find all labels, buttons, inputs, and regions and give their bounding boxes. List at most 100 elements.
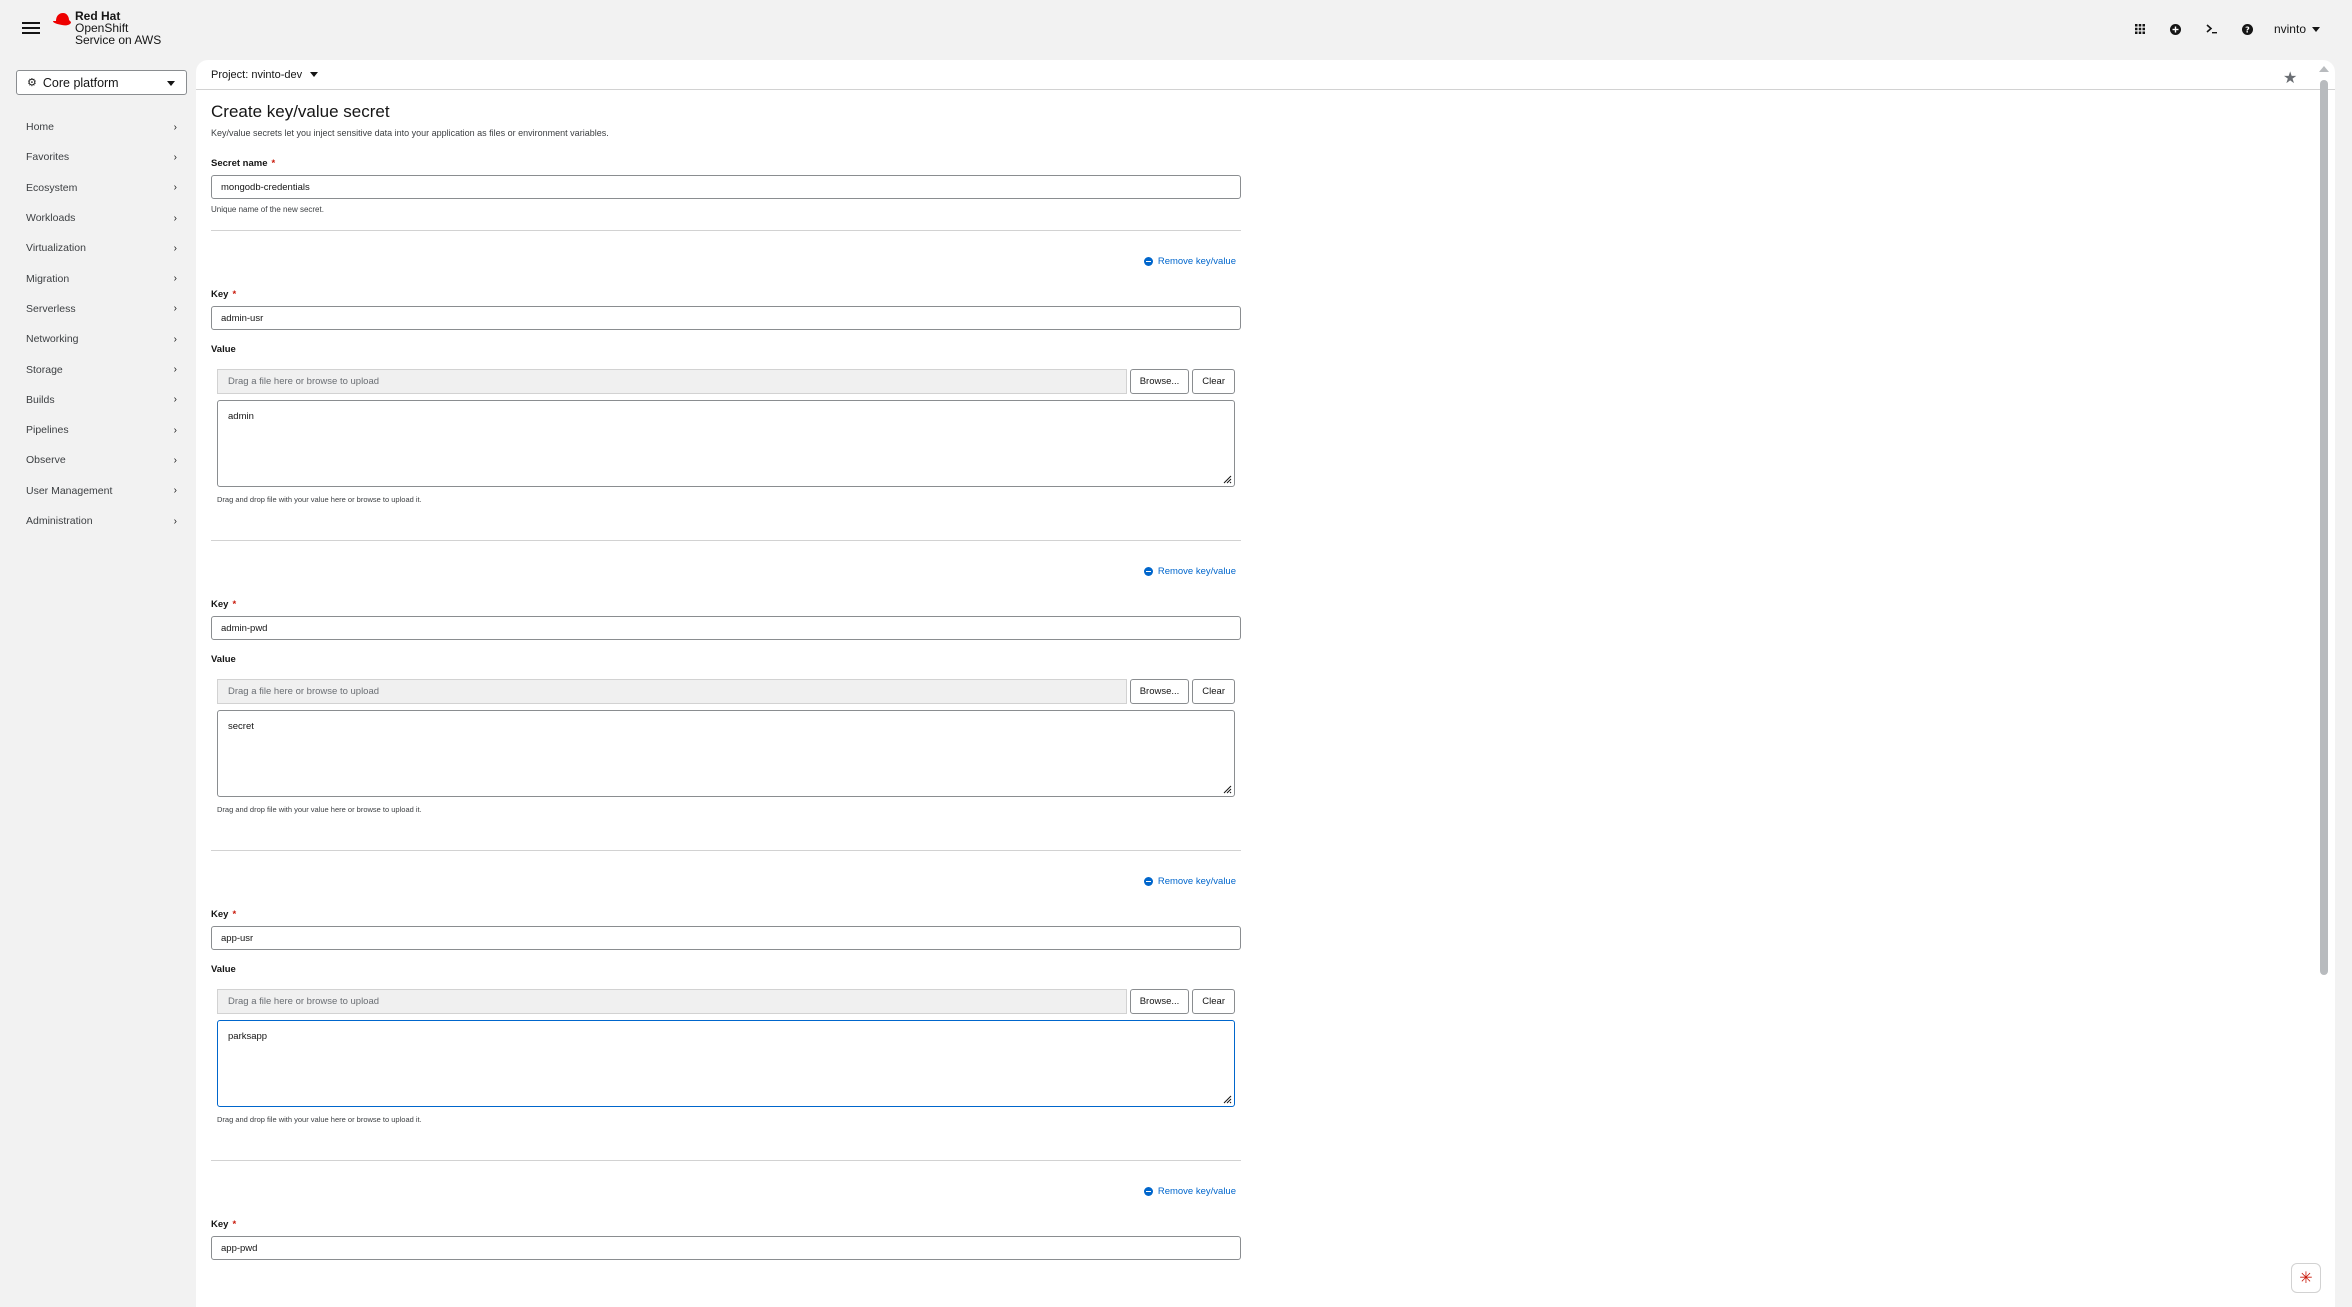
sidebar-item-virtualization[interactable]: Virtualization ›: [16, 233, 187, 263]
value-label: Value: [211, 344, 236, 355]
sidebar-item-favorites[interactable]: Favorites ›: [16, 142, 187, 172]
key-label: Key *: [211, 909, 237, 920]
secret-name-helper: Unique name of the new secret.: [211, 205, 324, 214]
key-input[interactable]: admin-usr: [211, 306, 1241, 330]
scroll-up-icon[interactable]: [2319, 66, 2329, 72]
divider: [211, 540, 1241, 541]
clear-button[interactable]: Clear: [1192, 989, 1235, 1014]
caret-down-icon: [310, 72, 319, 77]
add-icon[interactable]: [2158, 18, 2194, 40]
required-mark: *: [232, 289, 237, 300]
perspective-label: Core platform: [42, 75, 119, 90]
drop-helper-text: Drag and drop file with your value here …: [217, 495, 422, 504]
sidebar-item-observe[interactable]: Observe ›: [16, 445, 187, 475]
remove-key-value-button[interactable]: Remove key/value: [211, 253, 1241, 269]
value-textarea[interactable]: admin: [217, 400, 1235, 487]
resize-handle-icon[interactable]: [1222, 1094, 1232, 1104]
remove-label: Remove key/value: [1157, 875, 1236, 887]
resize-handle-icon[interactable]: [1222, 474, 1232, 484]
sidebar-item-serverless[interactable]: Serverless ›: [16, 294, 187, 324]
chevron-right-icon: ›: [173, 333, 177, 345]
browse-button[interactable]: Browse...: [1129, 679, 1190, 704]
project-label: Project: nvinto-dev: [211, 68, 303, 81]
required-mark: *: [232, 909, 237, 920]
user-menu[interactable]: nvinto: [2274, 22, 2320, 36]
scroll-thumb[interactable]: [2320, 80, 2328, 975]
clear-button[interactable]: Clear: [1192, 679, 1235, 704]
resize-handle-icon[interactable]: [1222, 784, 1232, 794]
minus-circle-icon: [1143, 256, 1153, 266]
divider: [211, 230, 1241, 231]
chevron-right-icon: ›: [173, 121, 177, 133]
chevron-right-icon: ›: [173, 242, 177, 254]
file-drop-input[interactable]: Drag a file here or browse to upload: [217, 369, 1127, 394]
masthead: Red Hat OpenShift Service on AWS ? nvint…: [0, 0, 2352, 58]
chevron-right-icon: ›: [173, 454, 177, 466]
sidebar-item-pipelines[interactable]: Pipelines ›: [16, 415, 187, 445]
file-upload-row: Drag a file here or browse to upload Bro…: [217, 989, 1235, 1014]
favorite-star-icon[interactable]: ★: [2283, 71, 2297, 87]
caret-down-icon: [2312, 26, 2320, 32]
remove-key-value-button[interactable]: Remove key/value: [211, 563, 1241, 579]
remove-key-value-button[interactable]: Remove key/value: [211, 873, 1241, 889]
sidebar-item-migration[interactable]: Migration ›: [16, 263, 187, 293]
feedback-widget-icon[interactable]: ✳: [2291, 1263, 2321, 1293]
drop-helper-text: Drag and drop file with your value here …: [217, 1115, 422, 1124]
perspective-switcher[interactable]: ⚙ Core platform: [16, 70, 187, 95]
project-selector[interactable]: Project: nvinto-dev: [196, 60, 2335, 90]
form-content: Create key/value secret Key/value secret…: [211, 102, 1241, 1260]
sidebar-item-label: Administration: [26, 515, 93, 527]
brand-logo[interactable]: Red Hat OpenShift Service on AWS: [52, 10, 161, 46]
sidebar-item-administration[interactable]: Administration ›: [16, 506, 187, 536]
chevron-right-icon: ›: [173, 424, 177, 436]
sidebar-item-home[interactable]: Home ›: [16, 112, 187, 142]
page-description: Key/value secrets let you inject sensiti…: [211, 128, 609, 138]
divider: [211, 850, 1241, 851]
scrollbar[interactable]: [2319, 66, 2329, 1281]
chevron-right-icon: ›: [173, 515, 177, 527]
main-panel: Project: nvinto-dev ★ Create key/value s…: [196, 60, 2335, 1307]
file-upload-row: Drag a file here or browse to upload Bro…: [217, 369, 1235, 394]
value-text: admin: [228, 411, 254, 422]
sidebar-item-networking[interactable]: Networking ›: [16, 324, 187, 354]
value-text: secret: [228, 721, 254, 732]
sidebar-item-label: Networking: [26, 333, 79, 346]
page-title: Create key/value secret: [211, 102, 390, 121]
secret-name-input[interactable]: mongodb-credentials: [211, 175, 1241, 199]
key-input[interactable]: app-pwd: [211, 1236, 1241, 1260]
sidebar-item-ecosystem[interactable]: Ecosystem ›: [16, 173, 187, 203]
chevron-right-icon: ›: [173, 485, 177, 497]
clear-button[interactable]: Clear: [1192, 369, 1235, 394]
sidebar-item-label: Serverless: [26, 302, 76, 315]
key-input[interactable]: app-usr: [211, 926, 1241, 950]
sidebar-item-label: Migration: [26, 272, 70, 285]
remove-key-value-button[interactable]: Remove key/value: [211, 1183, 1241, 1199]
remove-label: Remove key/value: [1157, 565, 1236, 577]
sidebar-item-label: User Management: [26, 484, 113, 497]
file-upload-row: Drag a file here or browse to upload Bro…: [217, 679, 1235, 704]
chevron-right-icon: ›: [173, 182, 177, 194]
sidebar-item-user-management[interactable]: User Management ›: [16, 476, 187, 506]
help-icon[interactable]: ?: [2230, 18, 2266, 40]
browse-button[interactable]: Browse...: [1129, 989, 1190, 1014]
sidebar-item-storage[interactable]: Storage ›: [16, 354, 187, 384]
key-value-pair: Remove key/value Key * admin-usr Value Dr…: [211, 230, 1241, 504]
value-textarea[interactable]: secret: [217, 710, 1235, 797]
sidebar-item-label: Virtualization: [26, 242, 86, 255]
terminal-icon[interactable]: [2194, 18, 2230, 40]
browse-button[interactable]: Browse...: [1129, 369, 1190, 394]
value-label: Value: [211, 654, 236, 665]
key-input[interactable]: admin-pwd: [211, 616, 1241, 640]
sidebar-item-label: Storage: [26, 363, 63, 376]
value-textarea[interactable]: parksapp: [217, 1020, 1235, 1107]
sidebar: ⚙ Core platform Home › Favorites › Ecosyst…: [0, 58, 196, 1307]
hamburger-menu-icon[interactable]: [22, 19, 40, 37]
sidebar-item-label: Observe: [26, 454, 66, 467]
sidebar-item-workloads[interactable]: Workloads ›: [16, 203, 187, 233]
chevron-right-icon: ›: [173, 273, 177, 285]
sidebar-item-builds[interactable]: Builds ›: [16, 385, 187, 415]
app-launcher-icon[interactable]: [2122, 18, 2158, 40]
file-drop-input[interactable]: Drag a file here or browse to upload: [217, 679, 1127, 704]
file-drop-input[interactable]: Drag a file here or browse to upload: [217, 989, 1127, 1014]
sidebar-item-label: Favorites: [26, 151, 70, 164]
